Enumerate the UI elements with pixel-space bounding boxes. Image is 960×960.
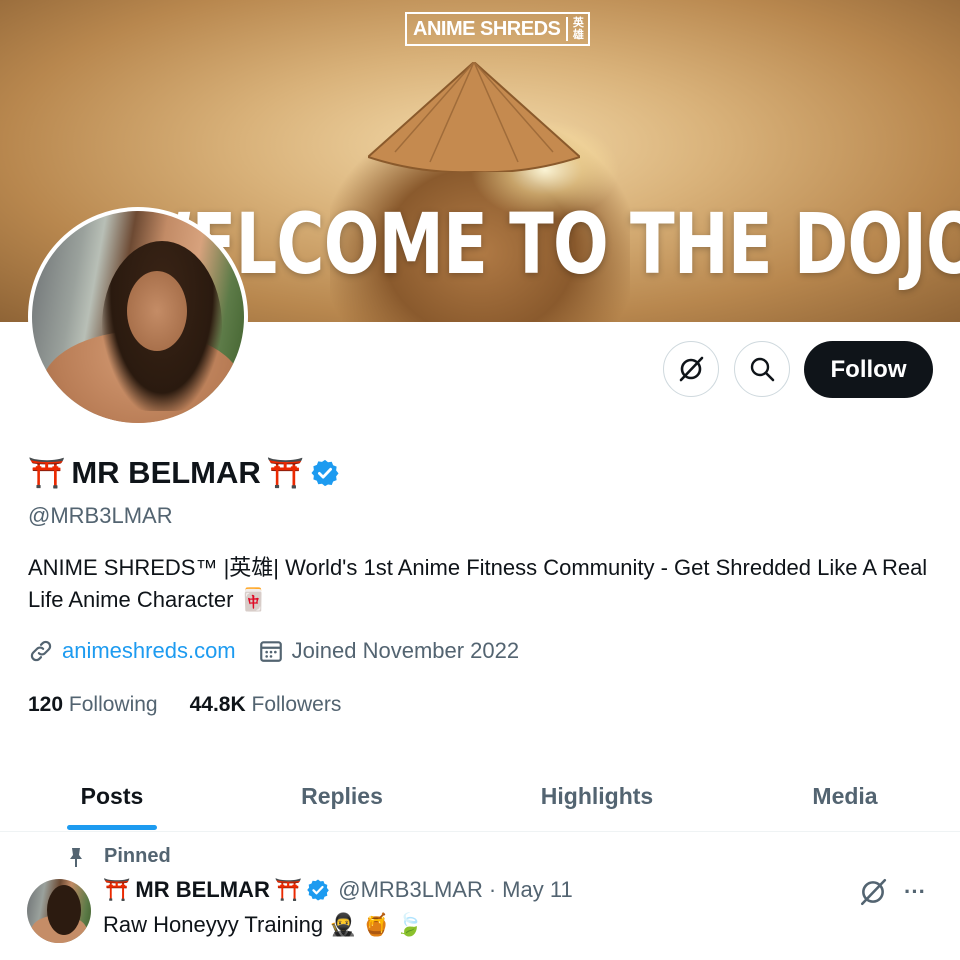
follow-button[interactable]: Follow — [804, 341, 933, 398]
profile-handle: @MRB3LMAR — [28, 503, 173, 528]
post-actions: ··· — [858, 877, 926, 907]
banner-logo-text: ANIME SHREDS — [413, 17, 561, 40]
profile-name-row: ⛩️ MR BELMAR ⛩️ — [28, 455, 340, 491]
pinned-label-row: Pinned — [66, 845, 171, 868]
honey-pot-emoji: 🍯 — [362, 912, 390, 937]
post-grok-icon[interactable] — [858, 877, 888, 907]
torii-emoji-right: ⛩️ — [266, 456, 305, 490]
verified-badge-icon[interactable] — [310, 458, 340, 488]
following-count: 120 — [28, 693, 64, 716]
post-avatar-hair — [47, 885, 81, 935]
pin-icon — [70, 847, 82, 867]
following-stat[interactable]: 120 Following — [28, 693, 158, 717]
search-icon — [750, 357, 775, 382]
followers-stat[interactable]: 44.8K Followers — [190, 693, 342, 717]
post-text: Raw Honeyyy Training — [103, 912, 324, 937]
followers-label: Followers — [251, 693, 342, 716]
profile-name: MR BELMAR — [71, 455, 261, 490]
profile-bio: ANIME SHREDS™ |英雄| World's 1st Anime Fit… — [28, 555, 928, 612]
tab-replies[interactable]: Replies — [282, 760, 402, 832]
banner-logo: ANIME SHREDS 英雄 — [405, 12, 591, 46]
torii-emoji-left: ⛩️ — [28, 456, 66, 490]
following-label: Following — [68, 693, 158, 716]
grok-button[interactable] — [663, 341, 719, 397]
profile-meta: animeshreds.com Joined November 2022 — [28, 638, 519, 664]
tab-highlights[interactable]: Highlights — [522, 760, 672, 832]
pinned-label: Pinned — [104, 845, 171, 867]
post-header: ⛩️ MR BELMAR ⛩️ @MRB3LMAR · May 11 — [103, 877, 573, 903]
post-author-avatar[interactable] — [27, 879, 91, 943]
post-torii-emoji-left: ⛩️ — [103, 877, 131, 902]
profile-tabs: Posts Replies Highlights Media — [0, 760, 960, 832]
tab-posts[interactable]: Posts — [52, 760, 172, 832]
followers-count: 44.8K — [189, 693, 246, 716]
ninja-emoji: 🥷 — [329, 912, 357, 937]
tabs-divider — [0, 831, 960, 832]
banner-hat — [368, 62, 580, 172]
grok-icon — [679, 356, 704, 382]
active-tab-indicator — [67, 825, 157, 830]
post-separator: · — [488, 877, 497, 902]
post-date[interactable]: May 11 — [502, 877, 573, 903]
more-options-icon[interactable]: ··· — [904, 879, 926, 905]
joined-date: Joined November 2022 — [291, 638, 520, 663]
website-link[interactable]: animeshreds.com — [62, 638, 236, 664]
link-icon — [30, 640, 52, 662]
banner-logo-kanji: 英雄 — [566, 17, 588, 41]
profile-stats: 120 Following 44.8K Followers — [28, 693, 373, 717]
profile-avatar[interactable] — [28, 207, 248, 427]
avatar-face — [127, 271, 187, 351]
post-body: Raw Honeyyy Training 🥷 🍯 🍃 — [103, 912, 423, 938]
search-button[interactable] — [734, 341, 790, 397]
calendar-icon — [259, 641, 282, 662]
post-torii-emoji-right: ⛩️ — [274, 877, 303, 902]
tab-media[interactable]: Media — [790, 760, 900, 832]
leaf-emoji: 🍃 — [395, 912, 424, 937]
post-author-handle[interactable]: @MRB3LMAR — [338, 877, 483, 903]
post-author-name[interactable]: MR BELMAR — [135, 877, 269, 903]
post-verified-badge-icon — [307, 879, 330, 901]
